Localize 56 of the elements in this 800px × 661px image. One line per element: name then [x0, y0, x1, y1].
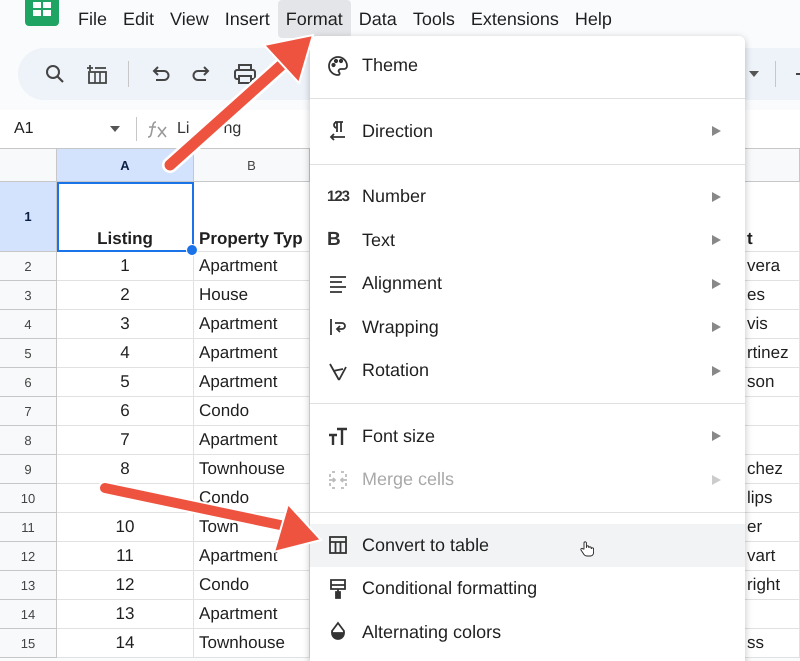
- table-cell: 3: [57, 310, 194, 339]
- table-cell: 10: [57, 513, 194, 542]
- menu-item[interactable]: Font size: [310, 414, 745, 458]
- menu-item[interactable]: Direction: [310, 110, 745, 153]
- row-header[interactable]: 3: [0, 281, 57, 310]
- table-cell: Listing: [57, 182, 194, 252]
- row-header[interactable]: 15: [0, 629, 57, 658]
- table-cell: 11: [57, 542, 194, 571]
- name-box[interactable]: A1: [14, 120, 110, 138]
- menu-item[interactable]: Data: [350, 0, 405, 38]
- menu-item[interactable]: Insert: [216, 0, 278, 38]
- row-header[interactable]: 14: [0, 600, 57, 629]
- row-header[interactable]: 7: [0, 397, 57, 426]
- table-cell: 5: [57, 368, 194, 397]
- menu-item[interactable]: Theme: [310, 44, 745, 88]
- row-header[interactable]: 9: [0, 455, 57, 484]
- menu-item[interactable]: Rotation: [310, 349, 745, 392]
- table-cell: 6: [57, 397, 194, 426]
- column-header[interactable]: A: [57, 149, 194, 182]
- row-header[interactable]: 11: [0, 513, 57, 542]
- menu-item[interactable]: Edit: [115, 0, 162, 38]
- menu-item[interactable]: 123 Number: [310, 175, 745, 218]
- menu-item[interactable]: Tools: [404, 0, 463, 38]
- menu-item[interactable]: Format: [278, 0, 351, 38]
- menu-item[interactable]: B Text: [310, 218, 745, 262]
- bold-icon: B: [327, 229, 353, 252]
- row-header[interactable]: 2: [0, 252, 57, 281]
- row-header[interactable]: 13: [0, 571, 57, 600]
- row-header[interactable]: 1: [0, 182, 57, 252]
- table-cell: 7: [57, 426, 194, 455]
- formula-text: ng: [223, 120, 242, 138]
- menu-item[interactable]: Help: [566, 0, 620, 38]
- formula-text: Li: [177, 120, 190, 138]
- column-header[interactable]: B: [194, 149, 310, 182]
- number-icon: 123: [327, 188, 353, 206]
- row-header[interactable]: 12: [0, 542, 57, 571]
- row-header[interactable]: 4: [0, 310, 57, 339]
- menu-item[interactable]: Wrapping: [310, 306, 745, 349]
- menu-item[interactable]: Alignment: [310, 262, 745, 306]
- table-cell: 8: [57, 455, 194, 484]
- row-header[interactable]: 10: [0, 484, 57, 513]
- table-cell: 13: [57, 600, 194, 629]
- menu-item[interactable]: Extensions: [462, 0, 567, 38]
- menu-item[interactable]: Alternating colors: [310, 610, 745, 654]
- table-cell: 14: [57, 629, 194, 658]
- row-header[interactable]: 8: [0, 426, 57, 455]
- table-cell: 2: [57, 281, 194, 310]
- menu-item[interactable]: Convert to table: [310, 524, 745, 567]
- menu-item[interactable]: Conditional formatting: [310, 567, 745, 610]
- table-cell: 12: [57, 571, 194, 600]
- row-header[interactable]: 5: [0, 339, 57, 368]
- table-cell: 4: [57, 339, 194, 368]
- table-cell: 1: [57, 252, 194, 281]
- row-header[interactable]: 6: [0, 368, 57, 397]
- menu-item[interactable]: View: [162, 0, 217, 38]
- menu-item[interactable]: File: [70, 0, 116, 38]
